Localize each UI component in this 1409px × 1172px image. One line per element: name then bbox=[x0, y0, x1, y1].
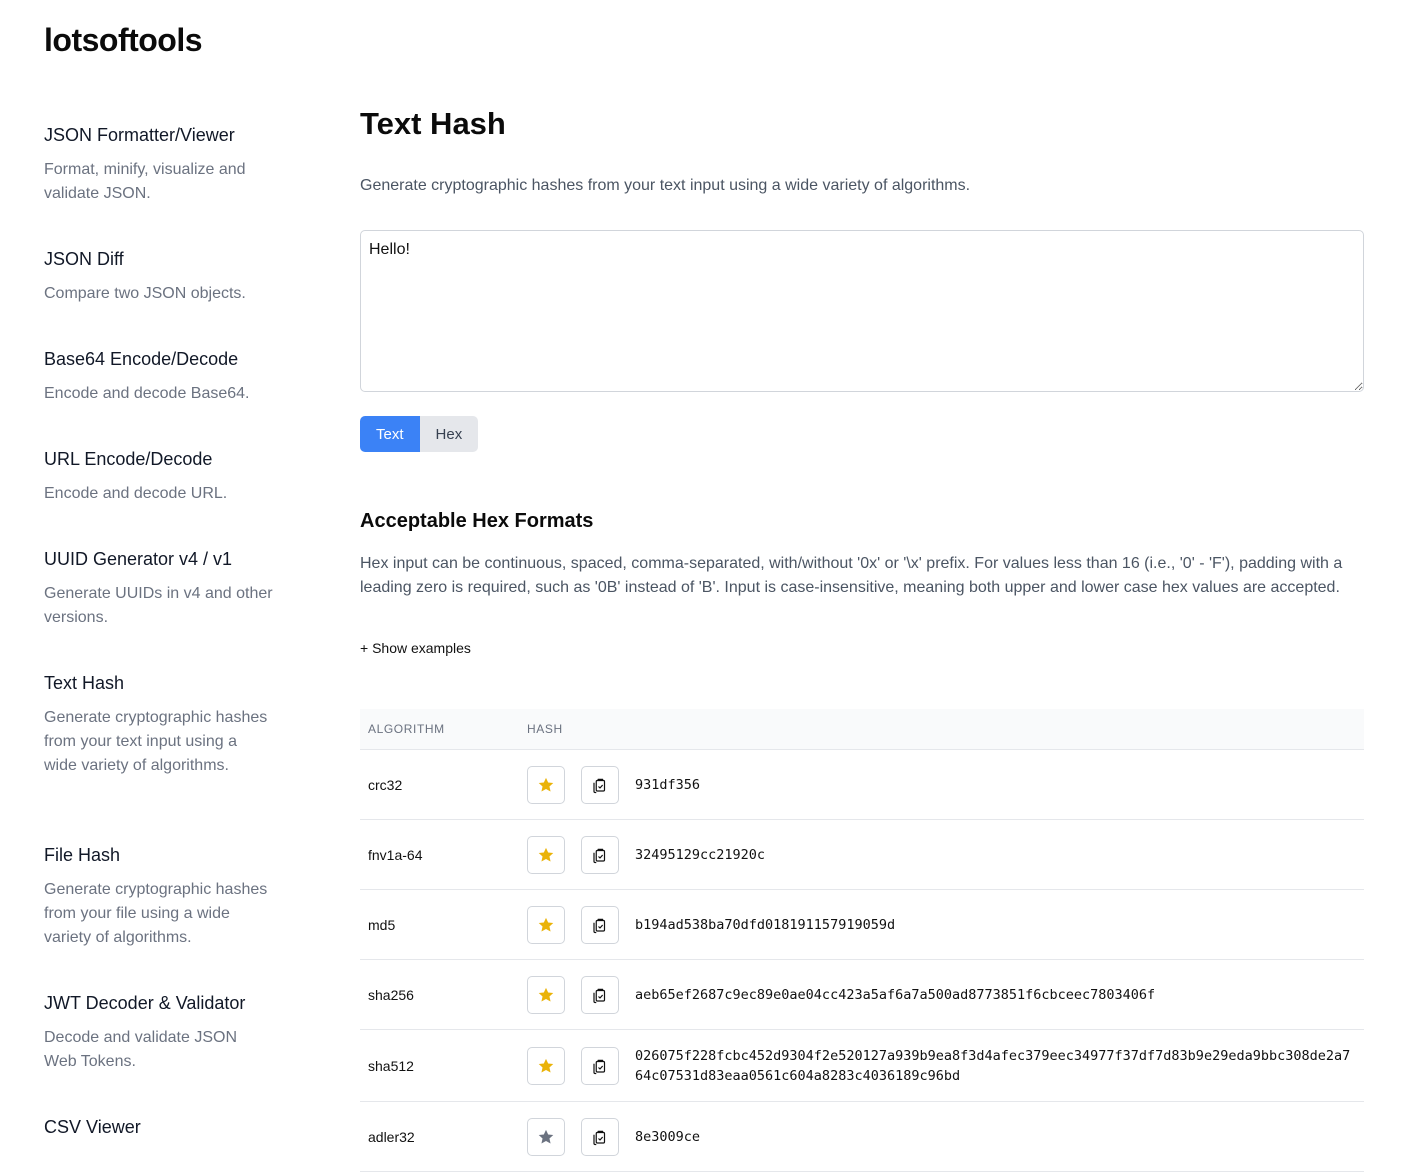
hash-value: b194ad538ba70dfd018191157919059d bbox=[635, 916, 896, 933]
input-mode-toggle: Text Hex bbox=[360, 416, 479, 452]
hex-mode-button[interactable]: Hex bbox=[419, 416, 479, 452]
favorite-button[interactable] bbox=[527, 765, 565, 804]
sidebar-item-title: File Hash bbox=[44, 845, 121, 865]
favorite-button[interactable] bbox=[527, 835, 565, 874]
table-row: fnv1a-64 32495129cc21920c bbox=[360, 820, 1364, 890]
clipboard-icon bbox=[591, 1128, 609, 1146]
sidebar-item-jwt-decoder[interactable]: JWT Decoder & Validator Decode and valid… bbox=[44, 992, 274, 1116]
sidebar-item-title: JWT Decoder & Validator bbox=[44, 993, 246, 1013]
favorite-button[interactable] bbox=[527, 975, 565, 1014]
sidebar-item-csv-viewer[interactable]: CSV Viewer bbox=[44, 1116, 274, 1156]
sidebar-item-title: Base64 Encode/Decode bbox=[44, 349, 239, 369]
hash-value: 8e3009ce bbox=[635, 1128, 701, 1145]
sidebar-item-title: Text Hash bbox=[44, 673, 125, 693]
algorithm-name: sha512 bbox=[368, 1057, 414, 1074]
sidebar-item-desc: Compare two JSON objects. bbox=[44, 285, 246, 302]
clipboard-icon bbox=[591, 1057, 609, 1075]
star-icon bbox=[537, 916, 555, 934]
star-icon bbox=[537, 846, 555, 864]
algorithm-name: crc32 bbox=[368, 776, 403, 793]
sidebar-item-desc: Format, minify, visualize and validate J… bbox=[44, 161, 246, 202]
star-icon bbox=[537, 1128, 555, 1146]
sidebar-item-uuid-generator[interactable]: UUID Generator v4 / v1 Generate UUIDs in… bbox=[44, 548, 274, 672]
sidebar-item-desc: Encode and decode Base64. bbox=[44, 385, 250, 402]
hash-value: 931df356 bbox=[635, 776, 701, 793]
hash-value: 32495129cc21920c bbox=[635, 846, 766, 863]
table-row: sha256 aeb65ef2687c9ec89e0ae04cc423a5af6a… bbox=[360, 960, 1364, 1030]
favorite-button[interactable] bbox=[527, 1046, 565, 1085]
sidebar-item-json-diff[interactable]: JSON Diff Compare two JSON objects. bbox=[44, 248, 274, 348]
main-content: Text Hash Generate cryptographic hashes … bbox=[360, 104, 1364, 1172]
hash-results-table: ALGORITHM HASH crc32 931df356 fnv1a-64 3249… bbox=[360, 709, 1364, 1172]
text-mode-button[interactable]: Text bbox=[360, 416, 420, 452]
sidebar-item-title: URL Encode/Decode bbox=[44, 449, 213, 469]
sidebar-item-json-formatter[interactable]: JSON Formatter/Viewer Format, minify, vi… bbox=[44, 124, 274, 248]
favorite-button[interactable] bbox=[527, 905, 565, 944]
algorithm-name: md5 bbox=[368, 916, 396, 933]
show-examples-toggle[interactable]: + Show examples bbox=[360, 640, 471, 656]
copy-button[interactable] bbox=[581, 765, 619, 804]
copy-button[interactable] bbox=[581, 975, 619, 1014]
sidebar-item-desc: Generate cryptographic hashes from your … bbox=[44, 881, 268, 946]
sidebar-item-title: JSON Diff bbox=[44, 249, 124, 269]
sidebar-item-desc: Encode and decode URL. bbox=[44, 485, 228, 502]
page-title: Text Hash bbox=[360, 106, 506, 141]
sidebar-item-text-hash[interactable]: Text Hash Generate cryptographic hashes … bbox=[44, 672, 274, 844]
copy-button[interactable] bbox=[581, 1046, 619, 1085]
hex-formats-description: Hex input can be continuous, spaced, com… bbox=[360, 555, 1343, 596]
clipboard-icon bbox=[591, 916, 609, 934]
table-row: md5 b194ad538ba70dfd018191157919059d bbox=[360, 890, 1364, 960]
tool-sidebar: JSON Formatter/Viewer Format, minify, vi… bbox=[44, 124, 274, 1156]
sidebar-item-desc: Generate UUIDs in v4 and other versions. bbox=[44, 585, 273, 626]
sidebar-item-desc: Decode and validate JSON Web Tokens. bbox=[44, 1029, 237, 1070]
text-input[interactable] bbox=[360, 230, 1364, 392]
hex-formats-heading: Acceptable Hex Formats bbox=[360, 510, 594, 532]
algorithm-name: adler32 bbox=[368, 1128, 415, 1145]
table-row: adler32 8e3009ce bbox=[360, 1102, 1364, 1172]
sidebar-item-title: JSON Formatter/Viewer bbox=[44, 125, 235, 145]
sidebar-item-base64[interactable]: Base64 Encode/Decode Encode and decode B… bbox=[44, 348, 274, 448]
algorithm-name: sha256 bbox=[368, 986, 414, 1003]
hash-column-header: HASH bbox=[527, 722, 563, 736]
copy-button[interactable] bbox=[581, 835, 619, 874]
clipboard-icon bbox=[591, 776, 609, 794]
hash-value: 026075f228fcbc452d9304f2e520127a939b9ea8… bbox=[635, 1047, 1351, 1084]
star-icon bbox=[537, 1057, 555, 1075]
sidebar-item-desc: Generate cryptographic hashes from your … bbox=[44, 709, 268, 774]
table-row: sha512 026075f228fcbc452d9304f2e520127a93… bbox=[360, 1030, 1364, 1102]
sidebar-item-title: UUID Generator v4 / v1 bbox=[44, 549, 233, 569]
clipboard-icon bbox=[591, 986, 609, 1004]
algorithm-name: fnv1a-64 bbox=[368, 846, 423, 863]
clipboard-icon bbox=[591, 846, 609, 864]
hash-value: aeb65ef2687c9ec89e0ae04cc423a5af6a7a500a… bbox=[635, 986, 1156, 1003]
table-row: crc32 931df356 bbox=[360, 750, 1364, 820]
site-logo[interactable]: lotsoftools bbox=[44, 22, 203, 59]
sidebar-item-title: CSV Viewer bbox=[44, 1117, 141, 1137]
table-header: ALGORITHM HASH bbox=[360, 709, 1364, 750]
copy-button[interactable] bbox=[581, 905, 619, 944]
algorithm-column-header: ALGORITHM bbox=[368, 722, 445, 736]
sidebar-item-file-hash[interactable]: File Hash Generate cryptographic hashes … bbox=[44, 844, 274, 992]
page-description: Generate cryptographic hashes from your … bbox=[360, 177, 971, 194]
sidebar-item-url-encode[interactable]: URL Encode/Decode Encode and decode URL. bbox=[44, 448, 274, 548]
star-icon bbox=[537, 986, 555, 1004]
star-icon bbox=[537, 776, 555, 794]
